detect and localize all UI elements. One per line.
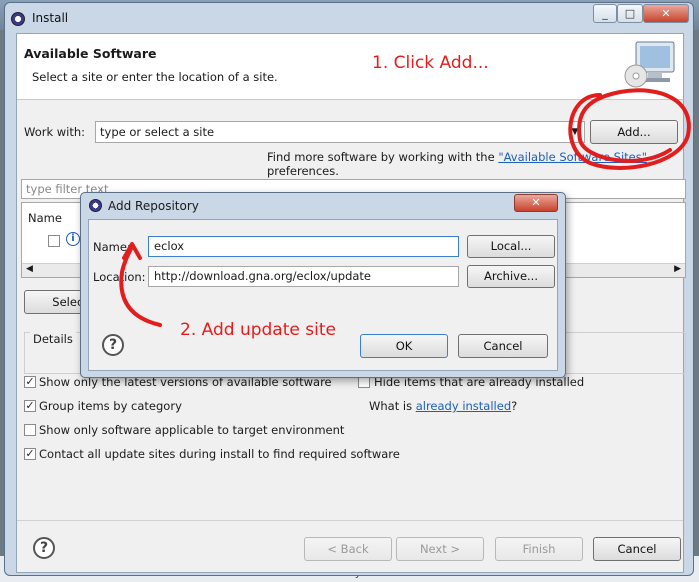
what-is-prefix: What is xyxy=(369,399,416,413)
dialog-close-button[interactable]: ✕ xyxy=(514,194,558,212)
work-with-value: type or select a site xyxy=(100,125,215,139)
add-button[interactable]: Add... xyxy=(590,120,678,144)
next-button[interactable]: Next > xyxy=(396,537,484,561)
title-bar: Install _ □ ✕ xyxy=(5,3,693,33)
finish-button[interactable]: Finish xyxy=(495,537,583,561)
find-more-text: Find more software by working with the "… xyxy=(267,150,683,178)
option-group-label: Group items by category xyxy=(39,399,182,413)
help-icon[interactable]: ? xyxy=(102,334,124,356)
add-repository-dialog: Add Repository ✕ Name: eclox Local... Lo… xyxy=(80,192,566,378)
dialog-client: Name: eclox Local... Location: http://do… xyxy=(88,219,558,371)
option-checkbox-group[interactable]: ✓ xyxy=(24,400,36,412)
available-sites-link[interactable]: "Available Software Sites" xyxy=(498,150,647,164)
option-checkbox-target-env[interactable] xyxy=(24,424,36,436)
header-banner: Available Software Select a site or ente… xyxy=(17,34,683,100)
column-header-name[interactable]: Name xyxy=(28,211,62,225)
row-checkbox[interactable] xyxy=(48,235,60,247)
name-field[interactable]: eclox xyxy=(148,236,459,257)
name-label: Name: xyxy=(93,240,131,254)
eclipse-icon xyxy=(89,199,102,212)
option-target-env-label: Show only software applicable to target … xyxy=(39,423,345,437)
page-title: Available Software xyxy=(24,46,157,61)
annotation-step1: 1. Click Add... xyxy=(372,53,489,73)
close-button[interactable]: ✕ xyxy=(643,4,689,23)
local-button[interactable]: Local... xyxy=(467,235,555,258)
cancel-button[interactable]: Cancel xyxy=(593,537,681,561)
help-icon[interactable]: ? xyxy=(33,537,55,559)
scroll-left-icon[interactable]: ◀ xyxy=(26,264,33,274)
info-icon: i xyxy=(66,232,80,246)
page-subtitle: Select a site or enter the location of a… xyxy=(32,70,278,84)
back-button[interactable]: < Back xyxy=(304,537,392,561)
option-checkbox-contact-sites[interactable]: ✓ xyxy=(24,448,36,460)
what-is-suffix: ? xyxy=(511,399,518,413)
work-with-label: Work with: xyxy=(24,125,86,139)
ok-button[interactable]: OK xyxy=(360,334,448,358)
location-field[interactable]: http://download.gna.org/eclox/update xyxy=(148,266,459,287)
monitor-cd-icon xyxy=(624,41,675,88)
archive-button[interactable]: Archive... xyxy=(467,265,555,288)
find-more-suffix: preferences. xyxy=(267,164,339,178)
annotation-step2: 2. Add update site xyxy=(180,320,336,340)
already-installed-link[interactable]: already installed xyxy=(416,399,511,413)
work-with-combo[interactable]: type or select a site ▼ xyxy=(95,121,585,143)
window-title: Install xyxy=(32,11,69,25)
dropdown-arrow-icon[interactable]: ▼ xyxy=(566,122,584,142)
option-checkbox-latest[interactable]: ✓ xyxy=(24,376,36,388)
find-more-prefix: Find more software by working with the xyxy=(267,150,499,164)
what-is-installed: What is already installed? xyxy=(369,399,517,413)
dialog-title: Add Repository xyxy=(108,199,199,213)
dialog-cancel-button[interactable]: Cancel xyxy=(458,334,548,358)
minimize-button[interactable]: _ xyxy=(593,4,617,23)
scroll-right-icon[interactable]: ▶ xyxy=(674,264,681,274)
option-contact-sites-label: Contact all update sites during install … xyxy=(39,447,400,461)
eclipse-icon xyxy=(11,12,25,26)
details-label: Details xyxy=(30,332,76,346)
location-label: Location: xyxy=(93,270,146,284)
footer-divider xyxy=(17,520,683,521)
maximize-button[interactable]: □ xyxy=(617,4,643,23)
